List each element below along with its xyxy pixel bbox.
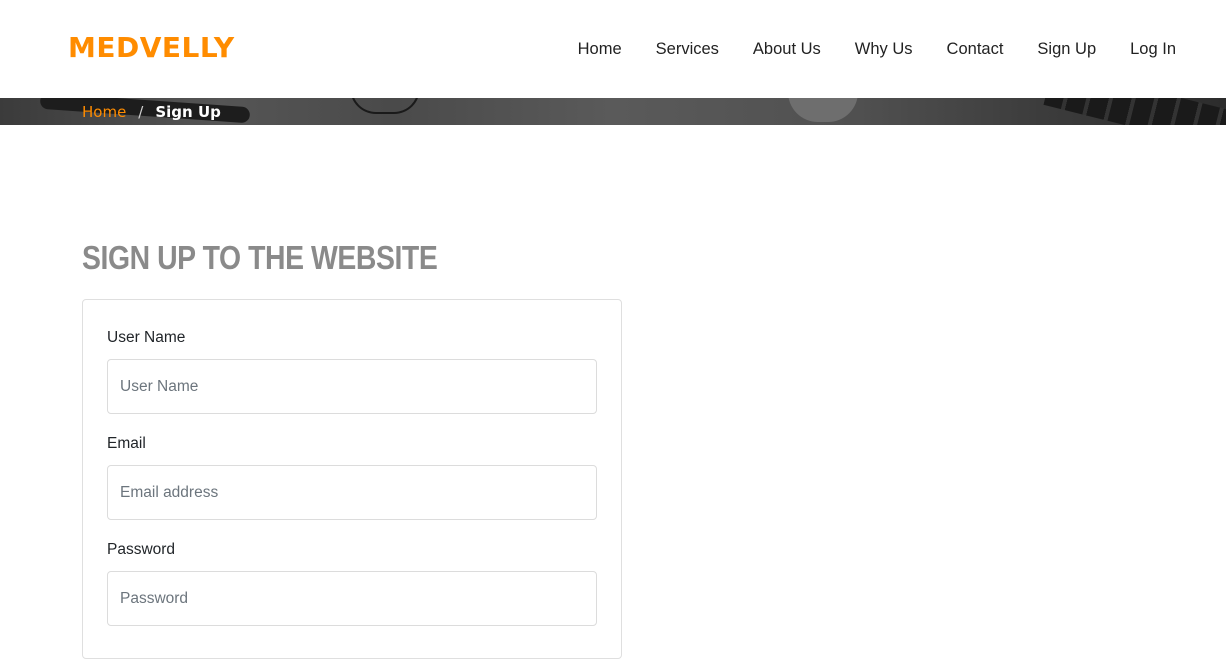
- nav-link-log-in[interactable]: Log In: [1130, 38, 1176, 60]
- breadcrumb-home-link[interactable]: Home: [82, 103, 126, 121]
- site-header: MEDVELLY Home Services About Us Why Us C…: [0, 0, 1226, 98]
- page-title: SIGN UP TO THE WEBSITE: [82, 239, 438, 276]
- email-input[interactable]: [107, 465, 597, 520]
- banner-keyboard-image: [1043, 98, 1226, 125]
- site-logo[interactable]: MEDVELLY: [68, 30, 235, 66]
- nav-link-home[interactable]: Home: [578, 38, 622, 60]
- breadcrumb-current: Sign Up: [155, 103, 221, 121]
- email-label: Email: [107, 435, 146, 452]
- signup-form: User Name Email Password: [82, 299, 622, 659]
- username-input[interactable]: [107, 359, 597, 414]
- nav-link-about-us[interactable]: About Us: [753, 38, 821, 60]
- username-label: User Name: [107, 329, 186, 346]
- nav-link-contact[interactable]: Contact: [947, 38, 1004, 60]
- password-label: Password: [107, 541, 176, 558]
- breadcrumb: Home / Sign Up: [82, 103, 221, 121]
- breadcrumb-separator: /: [138, 103, 144, 121]
- nav-link-services[interactable]: Services: [656, 38, 719, 60]
- banner-glasses-image: [350, 98, 420, 114]
- password-input[interactable]: [107, 571, 597, 626]
- nav-link-sign-up[interactable]: Sign Up: [1037, 38, 1096, 60]
- main-nav: Home Services About Us Why Us Contact Si…: [544, 38, 1176, 60]
- banner-cup-image: [788, 98, 858, 122]
- nav-link-why-us[interactable]: Why Us: [855, 38, 913, 60]
